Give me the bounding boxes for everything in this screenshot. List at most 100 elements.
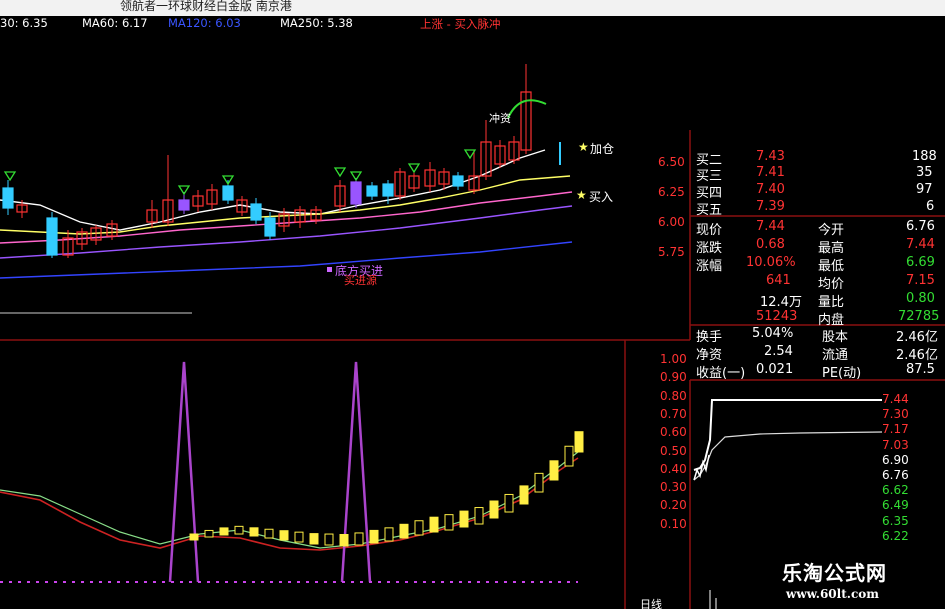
watermark-logo: 乐淘公式网 www.60lt.com (770, 555, 945, 609)
indicator-bar (444, 514, 454, 531)
fundamentals-row: 净资 2.54 流通 2.46亿 (696, 344, 938, 363)
candle-body (250, 203, 262, 221)
candle-body (264, 217, 276, 237)
price-tick: 6.00 (658, 215, 685, 229)
stats-row: 涨跌 0.68 最高 7.44 (696, 237, 935, 256)
indicator-bar (294, 531, 304, 543)
buy-arrow-icon (407, 163, 421, 174)
buy-arrow-icon (3, 171, 17, 182)
indicator-bar (504, 493, 514, 513)
intraday-price-line (693, 399, 882, 471)
candle-body (350, 181, 362, 205)
indicator-tick: 0.30 (660, 480, 687, 495)
bid-divider (690, 215, 945, 217)
star-icon: ★ (578, 140, 589, 154)
stat-value-2: 0.80 (906, 291, 935, 306)
indicator-tick: 0.10 (660, 516, 687, 531)
candle-body (46, 217, 58, 256)
indicator-bar (414, 520, 424, 536)
indicator-bar (489, 500, 499, 519)
buy-arrow-icon (177, 185, 191, 196)
indicator-bar (574, 431, 584, 453)
candle-body (222, 185, 234, 201)
intraday-early-line (693, 454, 710, 481)
mairu-label: 买入 (589, 190, 614, 204)
indicator-panel (0, 361, 584, 583)
stats-row: 12.4万 量比 0.80 (760, 291, 935, 310)
fundamentals-row: 收益(一) 0.021 PE(动) 87.5 (696, 362, 935, 381)
indicator-bar (309, 533, 319, 545)
stat-value-2: 7.44 (906, 237, 935, 252)
chong-label: 冲资 (489, 112, 511, 125)
fundamentals-row: 换手 5.04% 股本 2.46亿 (696, 326, 938, 345)
buy-arrow-icon (349, 171, 363, 182)
stat-value: 0.68 (756, 237, 785, 252)
stat-value: 641 (766, 273, 791, 288)
indicator-tick: 1.00 (660, 352, 687, 366)
star-icon: ★ (576, 188, 587, 202)
indicator-bar (549, 460, 559, 481)
indicator-bar (369, 529, 379, 544)
candlestick-group (2, 64, 532, 258)
stats-row: 641 均价 7.15 (766, 273, 935, 292)
stat-value: 7.44 (756, 219, 785, 234)
legend-b-label: 买进源 (344, 274, 377, 287)
indicator-bar (189, 533, 199, 541)
bid-row[interactable]: 买四 7.40 97 (690, 182, 945, 201)
buy-arrows-group (3, 142, 561, 196)
indicator-bar (519, 485, 529, 505)
stat-value-2: 72785 (898, 309, 940, 324)
stat-value: 12.4万 (760, 295, 802, 310)
indicator-bar (429, 516, 439, 533)
candle-body (2, 187, 14, 209)
stats-row: 现价 7.44 今开 6.76 (696, 219, 935, 238)
intraday-tick: 6.62 (882, 483, 909, 498)
legend-dot (327, 267, 332, 272)
indicator-tick: 0.70 (660, 406, 687, 421)
indicator-bar (564, 445, 574, 467)
candle-body (366, 185, 378, 197)
indicator-bar (459, 510, 469, 528)
ma-line (0, 175, 571, 235)
indicator-green-line (0, 451, 579, 549)
bid-row[interactable]: 买三 7.41 35 (690, 165, 945, 184)
candle-body (178, 199, 190, 211)
indicator-tick: 0.50 (660, 443, 687, 458)
intraday-tick: 6.90 (882, 452, 909, 467)
stats-row: 51243 内盘 72785 (756, 309, 940, 328)
price-tick: 6.25 (658, 185, 685, 199)
intraday-tick: 6.76 (882, 468, 909, 482)
intraday-tick: 7.44 (882, 392, 909, 406)
indicator-tick: 0.60 (660, 425, 687, 440)
chong-arc (507, 99, 547, 119)
price-tick: 5.75 (658, 245, 685, 259)
indicator-bar (339, 534, 349, 547)
watermark-name: 乐淘公式网 (782, 561, 887, 585)
stat-value-2: 7.15 (906, 273, 935, 288)
intraday-tick: 6.35 (882, 513, 909, 528)
indicator-bar (474, 507, 484, 525)
candle-body (452, 175, 464, 187)
spike-line (168, 361, 200, 583)
stock-terminal-screen: 领航者一环球财经白金版 南京港 30: 6.35 MA60: 6.17 MA12… (0, 0, 945, 609)
indicator-tick: 0.20 (660, 498, 687, 513)
candle-body (382, 183, 394, 197)
ma-line (0, 241, 573, 279)
period-label[interactable]: 日线 (640, 596, 662, 609)
intraday-tick: 7.17 (882, 422, 909, 437)
indicator-tick: 0.40 (660, 461, 687, 476)
stat-value-2: 6.69 (906, 255, 935, 270)
watermark-url: www.60lt.com (786, 587, 879, 601)
indicator-bar (219, 527, 229, 536)
indicator-bar (384, 527, 394, 542)
spike-line (340, 361, 372, 583)
stat-value-2: 6.76 (906, 219, 935, 234)
intraday-tick: 7.03 (882, 437, 909, 452)
indicator-bar (354, 532, 364, 546)
stats-row: 涨幅 10.06% 最低 6.69 (696, 255, 935, 274)
indicator-tick: 0.80 (660, 388, 687, 403)
jiacang-label: 加仓 (590, 142, 615, 156)
indicator-tick: 0.90 (660, 370, 687, 385)
indicator-bar (204, 529, 214, 538)
indicator-bar (324, 533, 334, 546)
